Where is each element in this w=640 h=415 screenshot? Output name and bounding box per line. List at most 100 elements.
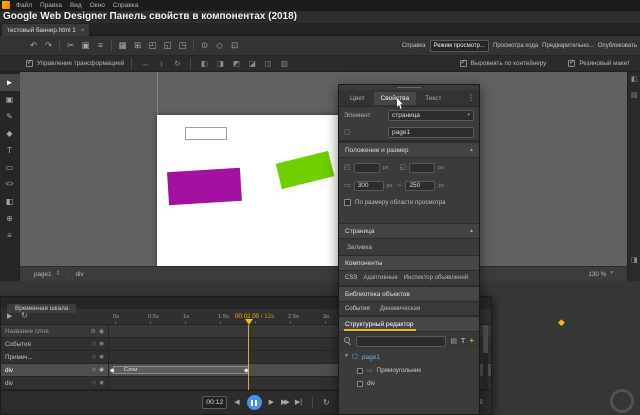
collapse-chevron-icon[interactable]: ▴ xyxy=(470,147,473,153)
section-position-size[interactable]: Положение и размер ▴ xyxy=(339,142,479,158)
keyframe-tool-icon[interactable]: ◇ xyxy=(212,41,227,50)
align-topleft-icon[interactable]: ◰ xyxy=(145,41,160,50)
zoom-tool[interactable]: ⊕ xyxy=(0,210,20,227)
redo-icon[interactable]: ↷ xyxy=(41,41,56,50)
pause-button[interactable] xyxy=(247,395,262,410)
keyframe-start-icon[interactable]: ◆ xyxy=(110,367,115,374)
canvas[interactable]: page1 ⇕ div 130 % ▾ xyxy=(20,72,627,281)
frame-icon[interactable]: ⊡ xyxy=(227,41,242,50)
width-constraint-icon[interactable]: ↔ xyxy=(139,60,151,68)
tree-row-root[interactable]: ▾ ▢ page1 xyxy=(339,350,479,364)
align-bottom-icon[interactable]: ◪ xyxy=(246,60,258,68)
tag-tool[interactable]: <> xyxy=(0,176,20,193)
panel-ad-inspector-tab[interactable]: Инспектор объявлений xyxy=(404,275,468,281)
distribute-v-icon[interactable]: ▥ xyxy=(278,60,290,68)
timeline-loop-icon[interactable]: ↻ xyxy=(21,312,28,320)
magenta-rect-element[interactable] xyxy=(167,168,242,205)
tab-color[interactable]: Цвет xyxy=(343,92,372,105)
menu-window[interactable]: Окно xyxy=(90,2,105,9)
layer-settings-gear-icon[interactable]: ⚙ xyxy=(90,328,95,335)
layer-eye-icon[interactable]: ◉ xyxy=(99,341,104,347)
panel-asset-library[interactable]: Библиотека объектов xyxy=(339,286,479,302)
code-view-button[interactable]: Просмотра кода xyxy=(493,43,538,49)
menu-help[interactable]: Справка xyxy=(113,2,139,9)
layer-keyframe-icon[interactable]: ◇ xyxy=(92,380,96,386)
align-to-container-checkbox[interactable] xyxy=(460,60,467,67)
element-type-select[interactable]: страница ▾ xyxy=(388,110,474,121)
fluid-layout-checkbox[interactable] xyxy=(568,60,575,67)
target-icon[interactable]: ⊙ xyxy=(197,41,212,50)
section-page[interactable]: Страница ▴ xyxy=(339,223,479,239)
tab-text[interactable]: Текст xyxy=(418,92,448,105)
y-position-field[interactable] xyxy=(409,163,435,173)
text-tool[interactable]: T xyxy=(0,142,20,159)
outliner-add-icon[interactable]: + xyxy=(469,337,474,345)
layer-keyframe-icon[interactable]: ◇ xyxy=(92,354,96,360)
layer-eye-icon[interactable]: ◉ xyxy=(99,380,104,386)
outliner-list-view-icon[interactable]: ▤ xyxy=(450,338,457,345)
tree-row-rectangle[interactable]: ▭ Прямоугольник xyxy=(339,364,479,377)
align-right-icon[interactable]: ◨ xyxy=(214,60,226,68)
layer-eye-icon[interactable]: ◉ xyxy=(99,367,104,373)
copy-icon[interactable]: ▣ xyxy=(78,41,93,50)
prev-frame-button[interactable]: ◀ xyxy=(234,399,239,406)
zoom-chevron-icon[interactable]: ▾ xyxy=(610,271,613,277)
help-button[interactable]: Справка xyxy=(402,43,426,49)
tree-expand-icon[interactable]: ▾ xyxy=(345,354,348,360)
preview-mode-button[interactable]: Режим просмотр... xyxy=(430,40,490,52)
align-top-icon[interactable]: ◩ xyxy=(230,60,242,68)
animation-span-bar[interactable]: Слои xyxy=(113,366,249,374)
panel-dynamic-tab[interactable]: Динамическая xyxy=(380,306,420,312)
collapse-chevron-icon[interactable]: ▴ xyxy=(470,228,473,234)
element-id-field[interactable]: page1 xyxy=(388,127,474,138)
grid-icon[interactable]: ▦ xyxy=(115,41,130,50)
next-frame-button[interactable]: ▶ xyxy=(269,399,274,406)
undo-icon[interactable]: ↶ xyxy=(26,41,41,50)
document-tab[interactable]: тестовый баннер.html 1 × xyxy=(2,24,89,36)
timeline-play-icon[interactable]: ▶ xyxy=(7,313,12,320)
width-field[interactable]: 300 xyxy=(354,181,384,191)
cut-icon[interactable]: ✂ xyxy=(63,41,78,50)
layer-eye-icon[interactable]: ◉ xyxy=(99,354,104,360)
distribute-h-icon[interactable]: ◫ xyxy=(262,60,274,68)
align-topright-icon[interactable]: ◳ xyxy=(175,41,190,50)
align-bottomleft-icon[interactable]: ◱ xyxy=(160,41,175,50)
breadcrumb-element[interactable]: div xyxy=(76,271,84,278)
selection-tool[interactable]: ► xyxy=(0,74,20,91)
panel-outliner[interactable]: Структурный редактор xyxy=(339,316,479,332)
artboard[interactable] xyxy=(157,115,346,267)
outliner-search-input[interactable] xyxy=(356,336,446,347)
pen-tool[interactable]: ✎ xyxy=(0,108,20,125)
panel-toggle-library-icon[interactable]: ▤ xyxy=(631,92,638,99)
panel-responsive-tab[interactable]: Адаптивные xyxy=(363,275,397,281)
transform-tool[interactable]: ▣ xyxy=(0,91,20,108)
x-position-field[interactable] xyxy=(354,163,380,173)
rectangle-outline-element[interactable] xyxy=(185,127,227,140)
preview-button[interactable]: Предварительно... xyxy=(542,43,594,49)
viewport-size-checkbox[interactable] xyxy=(344,199,351,206)
timeline-scrollbar-thumb[interactable] xyxy=(483,325,488,353)
loop-playback-icon[interactable]: ↻ xyxy=(323,399,330,407)
hand-tool[interactable]: ≡ xyxy=(0,227,20,244)
panel-toggle-events-icon[interactable]: ◨ xyxy=(631,257,638,264)
timeline-scrollbar[interactable] xyxy=(483,325,488,390)
tree-row-div[interactable]: div xyxy=(339,377,479,390)
tab-properties[interactable]: Свойства xyxy=(374,92,417,105)
tab-close-icon[interactable]: × xyxy=(81,27,85,34)
layer-visibility-icon[interactable]: ◉ xyxy=(99,328,104,335)
page-selector-updown-icon[interactable]: ⇕ xyxy=(56,271,61,277)
snap-icon[interactable]: ⊞ xyxy=(130,41,145,50)
height-constraint-icon[interactable]: ↕ xyxy=(155,60,167,68)
skip-end-button[interactable]: ▶| xyxy=(295,399,302,406)
fill-tool[interactable]: ◧ xyxy=(0,193,20,210)
tree-div-checkbox[interactable] xyxy=(357,381,363,387)
publish-button[interactable]: Опубликовать xyxy=(598,43,637,49)
panel-css-tab[interactable]: CSS xyxy=(345,275,357,281)
zoom-level[interactable]: 130 % xyxy=(588,271,606,278)
page-selector[interactable]: page1 xyxy=(34,271,52,278)
green-rect-element[interactable] xyxy=(276,151,335,189)
menu-view[interactable]: Вид xyxy=(70,2,82,9)
outliner-text-view-icon[interactable]: T xyxy=(461,338,465,345)
panel-toggle-color-icon[interactable]: ◧ xyxy=(631,76,638,83)
playhead-marker[interactable] xyxy=(245,319,253,325)
